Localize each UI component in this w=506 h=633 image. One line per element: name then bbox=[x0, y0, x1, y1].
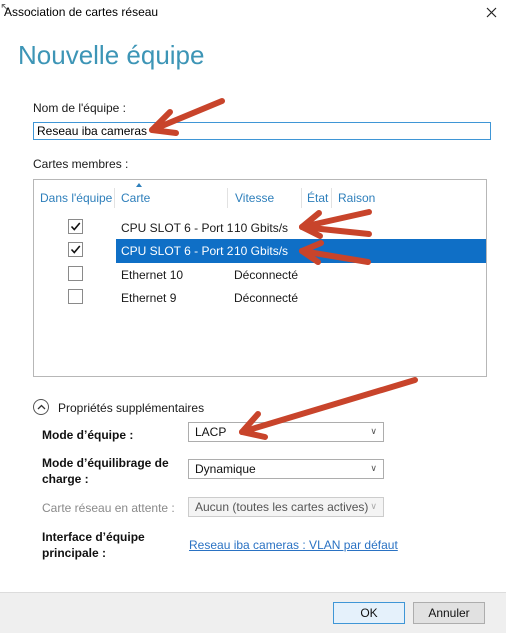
check-icon bbox=[70, 222, 81, 231]
window-title: Association de cartes réseau bbox=[4, 5, 159, 19]
member-checkbox[interactable] bbox=[68, 289, 83, 304]
chevron-down-icon: ∨ bbox=[370, 501, 377, 511]
standby-adapter-value: Aucun (toutes les cartes actives) bbox=[195, 500, 369, 514]
chevron-down-icon: ∨ bbox=[370, 463, 377, 473]
column-separator bbox=[114, 188, 115, 208]
column-header-card[interactable]: Carte bbox=[121, 191, 150, 205]
member-checkbox[interactable] bbox=[68, 242, 83, 257]
member-checkbox[interactable] bbox=[68, 219, 83, 234]
card-speed: 10 Gbits/s bbox=[234, 221, 289, 235]
column-separator bbox=[331, 188, 332, 208]
card-speed: Déconnecté bbox=[234, 291, 299, 305]
column-separator bbox=[301, 188, 302, 208]
members-list: Dans l'équipe Carte Vitesse État Raison … bbox=[33, 179, 487, 377]
ok-button[interactable]: OK bbox=[333, 602, 405, 624]
column-separator bbox=[227, 188, 228, 208]
primary-interface-label: Interface d’équipe principale : bbox=[42, 530, 145, 560]
sort-ascending-icon bbox=[136, 183, 142, 187]
team-name-input[interactable] bbox=[33, 122, 491, 140]
table-row[interactable]: CPU SLOT 6 - Port 1 10 Gbits/s bbox=[34, 217, 486, 239]
team-mode-label: Mode d’équipe : bbox=[42, 428, 134, 442]
load-balancing-label: Mode d’équilibrage de charge : bbox=[42, 456, 169, 486]
standby-adapter-label: Carte réseau en attente : bbox=[42, 501, 175, 515]
column-header-in-team[interactable]: Dans l'équipe bbox=[40, 191, 112, 205]
column-header-state[interactable]: État bbox=[307, 191, 328, 205]
load-balancing-value: Dynamique bbox=[195, 462, 256, 476]
standby-adapter-select: Aucun (toutes les cartes actives) ∨ bbox=[188, 497, 384, 517]
chevron-up-icon bbox=[37, 404, 45, 410]
close-button[interactable] bbox=[478, 0, 504, 24]
properties-expander[interactable] bbox=[33, 399, 49, 415]
card-speed: 10 Gbits/s bbox=[234, 244, 289, 258]
check-icon bbox=[70, 245, 81, 254]
team-mode-value: LACP bbox=[195, 425, 227, 439]
member-checkbox[interactable] bbox=[68, 266, 83, 281]
team-name-label: Nom de l'équipe : bbox=[33, 101, 127, 115]
table-row[interactable]: Ethernet 10 Déconnecté bbox=[34, 264, 486, 286]
card-speed: Déconnecté bbox=[234, 268, 299, 282]
load-balancing-select[interactable]: Dynamique ∨ bbox=[188, 459, 384, 479]
close-icon bbox=[486, 7, 496, 17]
column-header-reason[interactable]: Raison bbox=[338, 191, 375, 205]
page-title: Nouvelle équipe bbox=[18, 40, 205, 70]
card-name: CPU SLOT 6 - Port 2 bbox=[121, 244, 234, 258]
chevron-down-icon: ∨ bbox=[370, 426, 377, 436]
members-label: Cartes membres : bbox=[33, 157, 129, 171]
table-row[interactable]: Ethernet 9 Déconnecté bbox=[34, 287, 486, 309]
table-row[interactable]: CPU SLOT 6 - Port 2 10 Gbits/s bbox=[34, 239, 486, 263]
card-name: Ethernet 10 bbox=[121, 268, 184, 282]
properties-toggle-label[interactable]: Propriétés supplémentaires bbox=[58, 401, 204, 415]
cancel-button[interactable]: Annuler bbox=[413, 602, 485, 624]
column-header-speed[interactable]: Vitesse bbox=[235, 191, 274, 205]
team-mode-select[interactable]: LACP ∨ bbox=[188, 422, 384, 442]
primary-interface-link[interactable]: Reseau iba cameras : VLAN par défaut bbox=[189, 538, 398, 552]
card-name: Ethernet 9 bbox=[121, 291, 177, 305]
card-name: CPU SLOT 6 - Port 1 bbox=[121, 221, 234, 235]
